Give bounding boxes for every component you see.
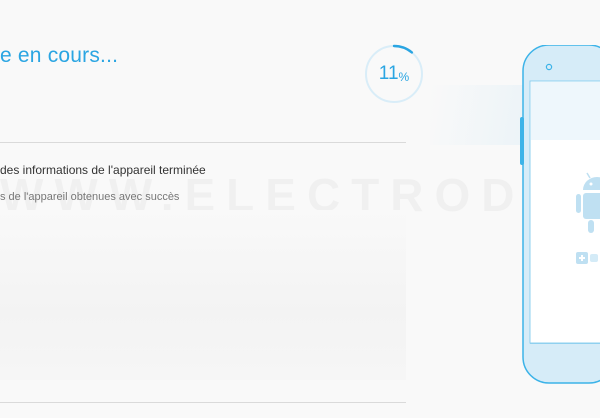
phone-icon <box>515 44 600 391</box>
progress-ring: 11% <box>364 44 424 104</box>
content-area <box>0 210 406 380</box>
step-status-subtitle: s de l'appareil obtenues avec succès <box>0 191 180 203</box>
progress-panel: e en cours... 11% WWW.ELECTRODZ.C des in… <box>0 0 600 418</box>
progress-number: 11 <box>378 63 399 84</box>
divider-bottom <box>0 402 406 403</box>
page-title: e en cours... <box>0 44 119 67</box>
progress-percentage: 11% <box>364 44 424 104</box>
step-status-title: des informations de l'appareil terminée <box>0 163 206 177</box>
divider-top <box>0 142 406 143</box>
progress-unit: % <box>398 69 410 84</box>
